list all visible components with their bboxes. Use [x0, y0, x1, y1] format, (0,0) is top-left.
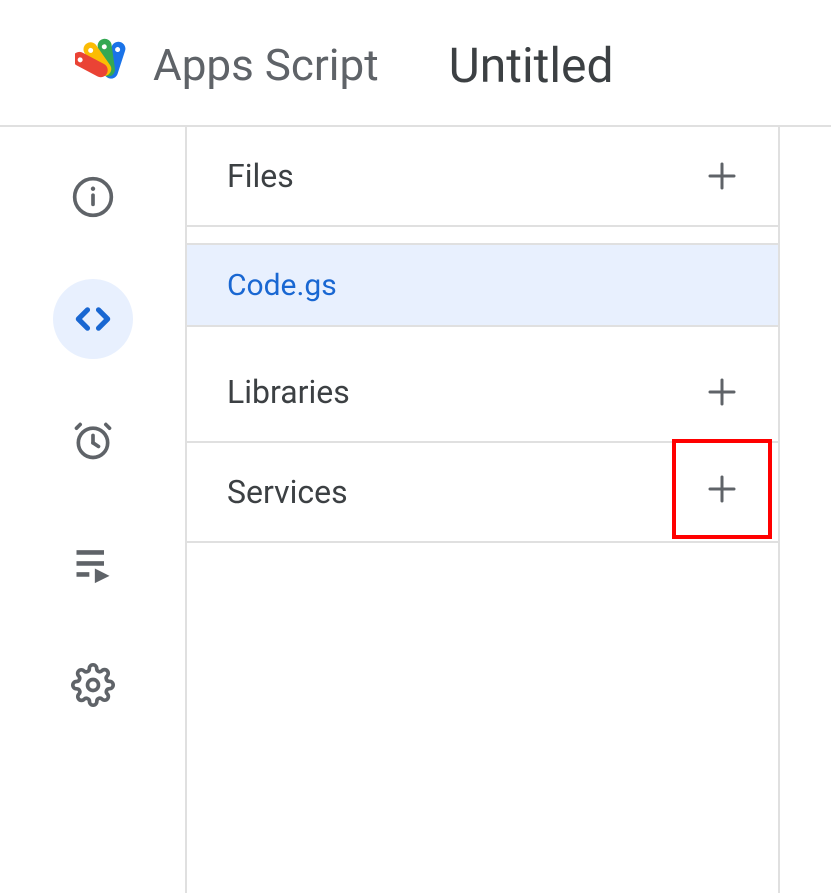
code-icon	[71, 297, 115, 341]
plus-icon	[704, 374, 740, 410]
alarm-icon	[71, 419, 115, 463]
nav-rail	[0, 127, 185, 893]
file-name: Code.gs	[227, 268, 337, 303]
nav-executions[interactable]	[53, 523, 133, 603]
spacer	[187, 325, 778, 343]
services-section-header: Services	[187, 443, 778, 543]
nav-triggers[interactable]	[53, 401, 133, 481]
plus-icon	[704, 158, 740, 194]
info-icon	[71, 175, 115, 219]
add-file-button[interactable]	[696, 150, 748, 202]
app-name: Apps Script	[153, 39, 379, 91]
add-library-button[interactable]	[696, 366, 748, 418]
nav-overview[interactable]	[53, 157, 133, 237]
add-service-button[interactable]	[696, 463, 748, 515]
executions-icon	[71, 541, 115, 585]
services-title: Services	[227, 473, 348, 511]
empty-area	[187, 543, 778, 893]
add-service-button-highlighted[interactable]	[672, 439, 772, 539]
plus-icon	[704, 471, 740, 507]
project-name[interactable]: Untitled	[449, 37, 614, 94]
gear-icon	[71, 663, 115, 707]
apps-script-logo-icon	[75, 35, 135, 95]
libraries-section-header: Libraries	[187, 343, 778, 443]
side-panel: Files Code.gs Libraries Servi	[185, 127, 780, 893]
libraries-title: Libraries	[227, 373, 350, 411]
main-container: Files Code.gs Libraries Servi	[0, 125, 831, 893]
header: Apps Script Untitled	[0, 0, 831, 125]
spacer	[187, 227, 778, 245]
nav-settings[interactable]	[53, 645, 133, 725]
files-section-header: Files	[187, 127, 778, 227]
nav-editor[interactable]	[53, 279, 133, 359]
file-item-code-gs[interactable]: Code.gs	[187, 245, 778, 325]
files-title: Files	[227, 157, 294, 195]
